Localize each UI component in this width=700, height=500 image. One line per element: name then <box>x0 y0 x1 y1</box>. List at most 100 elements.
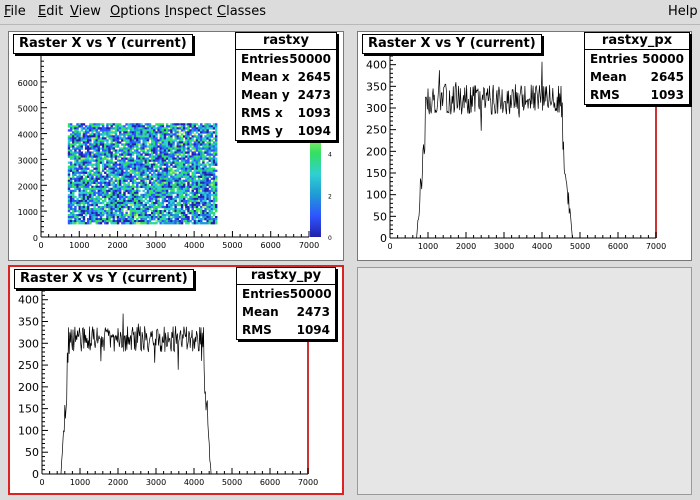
heatmap-cell <box>189 155 192 158</box>
heatmap-cell <box>131 169 135 172</box>
heatmap-cell <box>185 187 188 191</box>
heatmap-cell <box>210 161 214 164</box>
heatmap-cell <box>185 189 188 193</box>
heatmap-cell <box>210 153 214 156</box>
heatmap-cell <box>168 199 171 203</box>
heatmap-cell <box>133 201 137 205</box>
heatmap-cell <box>104 218 107 221</box>
heatmap-cell <box>106 133 109 136</box>
heatmap-cell <box>114 137 118 140</box>
heatmap-cell <box>80 163 84 166</box>
heatmap-cell <box>159 161 162 164</box>
heatmap-cell <box>142 155 145 158</box>
heatmap-cell <box>84 169 88 172</box>
heatmap-cell <box>93 153 96 156</box>
pad-rastxy[interactable]: 0 1000 2000 3000 4000 5000 6000 7000 0 1000 2000 30… <box>8 31 344 261</box>
heatmap-cell <box>180 173 184 176</box>
stats-box-rastxy[interactable]: rastxy Entries 50000 Mean x 2645 Mean y 247… <box>235 32 337 141</box>
heatmap-cell <box>76 171 79 174</box>
heatmap-cell <box>125 171 128 174</box>
heatmap-cell <box>95 165 98 168</box>
menu-bar: File Edit View Options Inspect Classes H… <box>0 0 700 25</box>
pad-rastxy-px[interactable]: 0 1000 2000 3000 4000 5000 6000 7000 0 50 100 150 20… <box>357 31 692 261</box>
heatmap-cell <box>133 179 137 183</box>
stats-box-rastxy-px[interactable]: rastxy_px Entries 50000 Mean 2645 RMS 1093 <box>584 32 690 105</box>
heatmap-cell <box>161 203 165 207</box>
heatmap-cell <box>200 179 203 183</box>
heatmap-cell <box>214 193 218 197</box>
heatmap-cell <box>129 211 133 215</box>
heatmap-cell <box>86 161 90 164</box>
heatmap-cell <box>84 135 88 138</box>
menu-options[interactable]: Options <box>110 4 160 19</box>
heatmap-cell <box>80 222 84 225</box>
heatmap-cell <box>74 169 77 172</box>
heatmap-cell <box>101 141 105 144</box>
heatmap-cell <box>153 143 156 146</box>
heatmap-cell <box>129 161 133 164</box>
heatmap-cell <box>206 181 209 185</box>
menu-view[interactable]: View <box>70 4 101 19</box>
heatmap-cell <box>180 222 184 225</box>
stats-row: RMS 1094 <box>242 323 330 337</box>
heatmap-cell <box>89 209 92 213</box>
heatmap-cell <box>82 165 86 168</box>
heatmap-cell <box>86 207 90 211</box>
heatmap-cell <box>197 222 201 225</box>
heatmap-cell <box>114 177 118 181</box>
heatmap-cell <box>123 185 126 189</box>
heatmap-cell <box>142 222 145 225</box>
heatmap-cell <box>80 195 84 199</box>
heatmap-cell <box>197 169 201 172</box>
heatmap-cell <box>97 207 101 211</box>
heatmap-cell <box>212 153 216 156</box>
heatmap-cell <box>174 147 177 150</box>
heatmap-cell <box>133 199 137 203</box>
heatmap-cell <box>182 169 186 172</box>
heatmap-cell <box>193 163 197 166</box>
menu-edit[interactable]: Edit <box>38 4 63 19</box>
heatmap-cell <box>106 205 109 209</box>
heatmap-cell <box>182 185 186 189</box>
pad-rastxy-py[interactable]: 0 1000 2000 3000 4000 5000 6000 7000 0 50 100 150 20… <box>8 265 344 495</box>
heatmap-cell <box>91 191 94 195</box>
heatmap-cell <box>74 216 77 219</box>
heatmap-cell <box>72 193 75 197</box>
heatmap-cell <box>131 151 135 154</box>
menu-classes[interactable]: Classes <box>217 4 266 19</box>
heatmap-cell <box>74 173 77 176</box>
heatmap-cell <box>78 155 81 158</box>
heatmap-cell <box>95 135 98 138</box>
heatmap-cell <box>114 161 118 164</box>
heatmap-cell <box>146 191 150 195</box>
heatmap-cell <box>159 209 162 213</box>
heatmap-cell <box>140 216 143 219</box>
heatmap-cell <box>136 189 139 193</box>
heatmap-cell <box>99 137 103 140</box>
heatmap-cell <box>78 137 81 140</box>
heatmap-cell <box>142 203 145 207</box>
root-canvas[interactable]: 0 1000 2000 3000 4000 5000 6000 7000 0 1000 2000 30… <box>0 25 700 500</box>
heatmap-cell <box>123 218 126 221</box>
heatmap-cell <box>150 167 154 170</box>
menu-file[interactable]: File <box>4 4 26 19</box>
heatmap-cell <box>148 193 152 197</box>
heatmap-cell <box>67 135 71 138</box>
menu-help[interactable]: Help <box>668 4 698 19</box>
heatmap-cell <box>72 209 75 213</box>
heatmap-cell <box>185 193 188 197</box>
heatmap-cell <box>140 193 143 197</box>
heatmap-cell <box>112 179 116 183</box>
heatmap-cell <box>74 143 77 146</box>
heatmap-cell <box>187 165 190 168</box>
heatmap-cell <box>155 133 158 136</box>
heatmap-cell <box>99 220 103 223</box>
heatmap-cell <box>159 167 162 170</box>
menu-inspect[interactable]: Inspect <box>165 4 212 19</box>
heatmap-cell <box>195 123 199 126</box>
stats-box-rastxy-py[interactable]: rastxy_py Entries 50000 Mean 2473 RMS 1094 <box>236 267 336 340</box>
heatmap-cell <box>116 207 120 211</box>
heatmap-cell <box>153 137 156 140</box>
heatmap-cell <box>140 213 143 217</box>
pad-empty[interactable] <box>357 267 692 495</box>
